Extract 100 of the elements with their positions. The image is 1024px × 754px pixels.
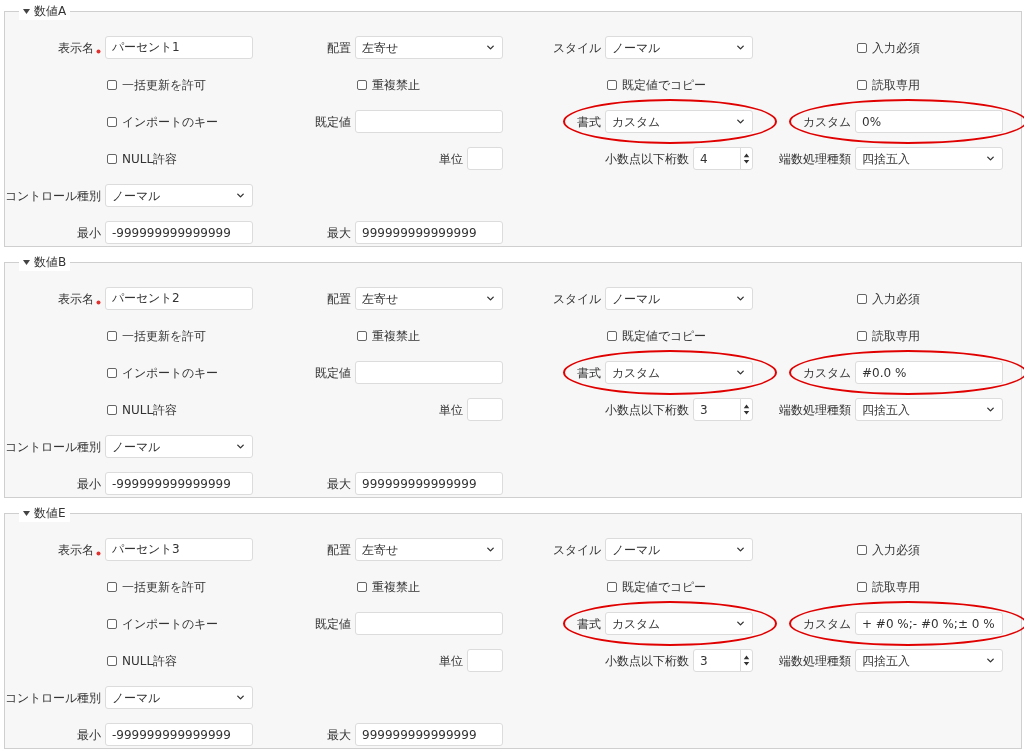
text-field[interactable]: -999999999999999 xyxy=(105,221,253,244)
dropdown[interactable]: カスタム xyxy=(605,612,753,635)
checkbox[interactable] xyxy=(107,330,117,341)
dropdown[interactable]: ノーマル xyxy=(105,435,253,458)
text-field[interactable] xyxy=(355,110,503,133)
checkbox[interactable] xyxy=(107,404,117,415)
checkbox[interactable] xyxy=(607,79,617,90)
section-title: 数値B xyxy=(34,254,67,271)
dropdown[interactable]: ノーマル xyxy=(605,287,753,310)
chevron-down-icon xyxy=(985,404,996,415)
field-label: 配置 xyxy=(327,39,351,57)
checkbox-label: インポートのキー xyxy=(122,113,218,131)
field-label: 既定値 xyxy=(315,113,351,131)
checkbox[interactable] xyxy=(607,330,617,341)
text-field[interactable]: パーセント1 xyxy=(105,36,253,59)
number-field[interactable]: 3 xyxy=(693,649,753,672)
field-label: 最小 xyxy=(77,726,101,744)
field-label: 最大 xyxy=(327,475,351,493)
checkbox[interactable] xyxy=(357,330,367,341)
checkbox-label: インポートのキー xyxy=(122,364,218,382)
checkbox-label: 既定値でコピー xyxy=(622,327,706,345)
checkbox[interactable] xyxy=(107,581,117,592)
dropdown[interactable]: ノーマル xyxy=(105,184,253,207)
dropdown[interactable]: 左寄せ xyxy=(355,538,503,561)
number-field[interactable]: 3 xyxy=(693,398,753,421)
checkbox[interactable] xyxy=(107,153,117,164)
checkbox-label: 読取専用 xyxy=(872,76,920,94)
field-label: 端数処理種類 xyxy=(779,652,851,670)
dropdown[interactable]: ノーマル xyxy=(105,686,253,709)
dropdown[interactable]: カスタム xyxy=(605,361,753,384)
field-label: カスタム xyxy=(803,113,851,131)
text-field[interactable]: 999999999999999 xyxy=(355,221,503,244)
number-field[interactable]: 4 xyxy=(693,147,753,170)
spinner-arrows-icon xyxy=(740,650,752,671)
dropdown[interactable]: カスタム xyxy=(605,110,753,133)
checkbox-label: 重複禁止 xyxy=(372,578,420,596)
text-field[interactable]: + #0 %;- #0 %;± 0 % xyxy=(855,612,1003,635)
text-field[interactable]: 999999999999999 xyxy=(355,472,503,495)
field-label: 最小 xyxy=(77,475,101,493)
text-field[interactable] xyxy=(355,361,503,384)
text-field[interactable]: -999999999999999 xyxy=(105,472,253,495)
chevron-down-icon xyxy=(735,544,746,555)
checkbox-label: NULL許容 xyxy=(122,401,178,419)
text-field[interactable]: 0% xyxy=(855,110,1003,133)
field-label: 最大 xyxy=(327,726,351,744)
checkbox[interactable] xyxy=(857,293,867,304)
checkbox[interactable] xyxy=(107,79,117,90)
checkbox[interactable] xyxy=(107,116,117,127)
dropdown[interactable]: 四捨五入 xyxy=(855,649,1003,672)
text-field[interactable]: -999999999999999 xyxy=(105,723,253,746)
field-label: スタイル xyxy=(553,541,601,559)
field-label: 書式 xyxy=(577,113,601,131)
checkbox[interactable] xyxy=(107,655,117,666)
text-field[interactable]: 999999999999999 xyxy=(355,723,503,746)
checkbox[interactable] xyxy=(357,581,367,592)
text-field[interactable] xyxy=(467,147,503,170)
caret-icon[interactable] xyxy=(23,8,30,14)
checkbox[interactable] xyxy=(107,618,117,629)
checkbox[interactable] xyxy=(857,581,867,592)
field-label: カスタム xyxy=(803,615,851,633)
checkbox[interactable] xyxy=(357,79,367,90)
field-label: 既定値 xyxy=(315,364,351,382)
text-field[interactable] xyxy=(355,612,503,635)
text-field[interactable] xyxy=(467,398,503,421)
text-field[interactable]: パーセント2 xyxy=(105,287,253,310)
dropdown[interactable]: ノーマル xyxy=(605,36,753,59)
checkbox[interactable] xyxy=(857,330,867,341)
field-label: スタイル xyxy=(553,290,601,308)
dropdown[interactable]: 左寄せ xyxy=(355,36,503,59)
text-field[interactable]: #0.0 % xyxy=(855,361,1003,384)
text-field[interactable] xyxy=(467,649,503,672)
checkbox-label: 一括更新を許可 xyxy=(122,76,206,94)
field-label: 端数処理種類 xyxy=(779,150,851,168)
checkbox[interactable] xyxy=(607,581,617,592)
text-field[interactable]: パーセント3 xyxy=(105,538,253,561)
checkbox[interactable] xyxy=(857,42,867,53)
checkbox-label: 読取専用 xyxy=(872,327,920,345)
section-title: 数値A xyxy=(34,3,67,20)
checkbox[interactable] xyxy=(857,79,867,90)
field-label: 表示名 xyxy=(58,39,94,57)
dropdown[interactable]: 左寄せ xyxy=(355,287,503,310)
dropdown[interactable]: 四捨五入 xyxy=(855,147,1003,170)
dropdown[interactable]: ノーマル xyxy=(605,538,753,561)
required-icon xyxy=(96,299,101,305)
caret-icon[interactable] xyxy=(23,259,30,265)
chevron-down-icon xyxy=(735,367,746,378)
chevron-down-icon xyxy=(985,655,996,666)
dropdown[interactable]: 四捨五入 xyxy=(855,398,1003,421)
caret-icon[interactable] xyxy=(23,510,30,516)
checkbox-label: NULL許容 xyxy=(122,150,178,168)
chevron-down-icon xyxy=(235,190,246,201)
field-label: 単位 xyxy=(439,150,463,168)
chevron-down-icon xyxy=(985,153,996,164)
field-label: コントロール種別 xyxy=(5,187,101,205)
field-label: コントロール種別 xyxy=(5,438,101,456)
field-label: 最小 xyxy=(77,224,101,242)
checkbox-label: 入力必須 xyxy=(872,290,920,308)
checkbox[interactable] xyxy=(857,544,867,555)
checkbox[interactable] xyxy=(107,367,117,378)
checkbox-label: 入力必須 xyxy=(872,39,920,57)
